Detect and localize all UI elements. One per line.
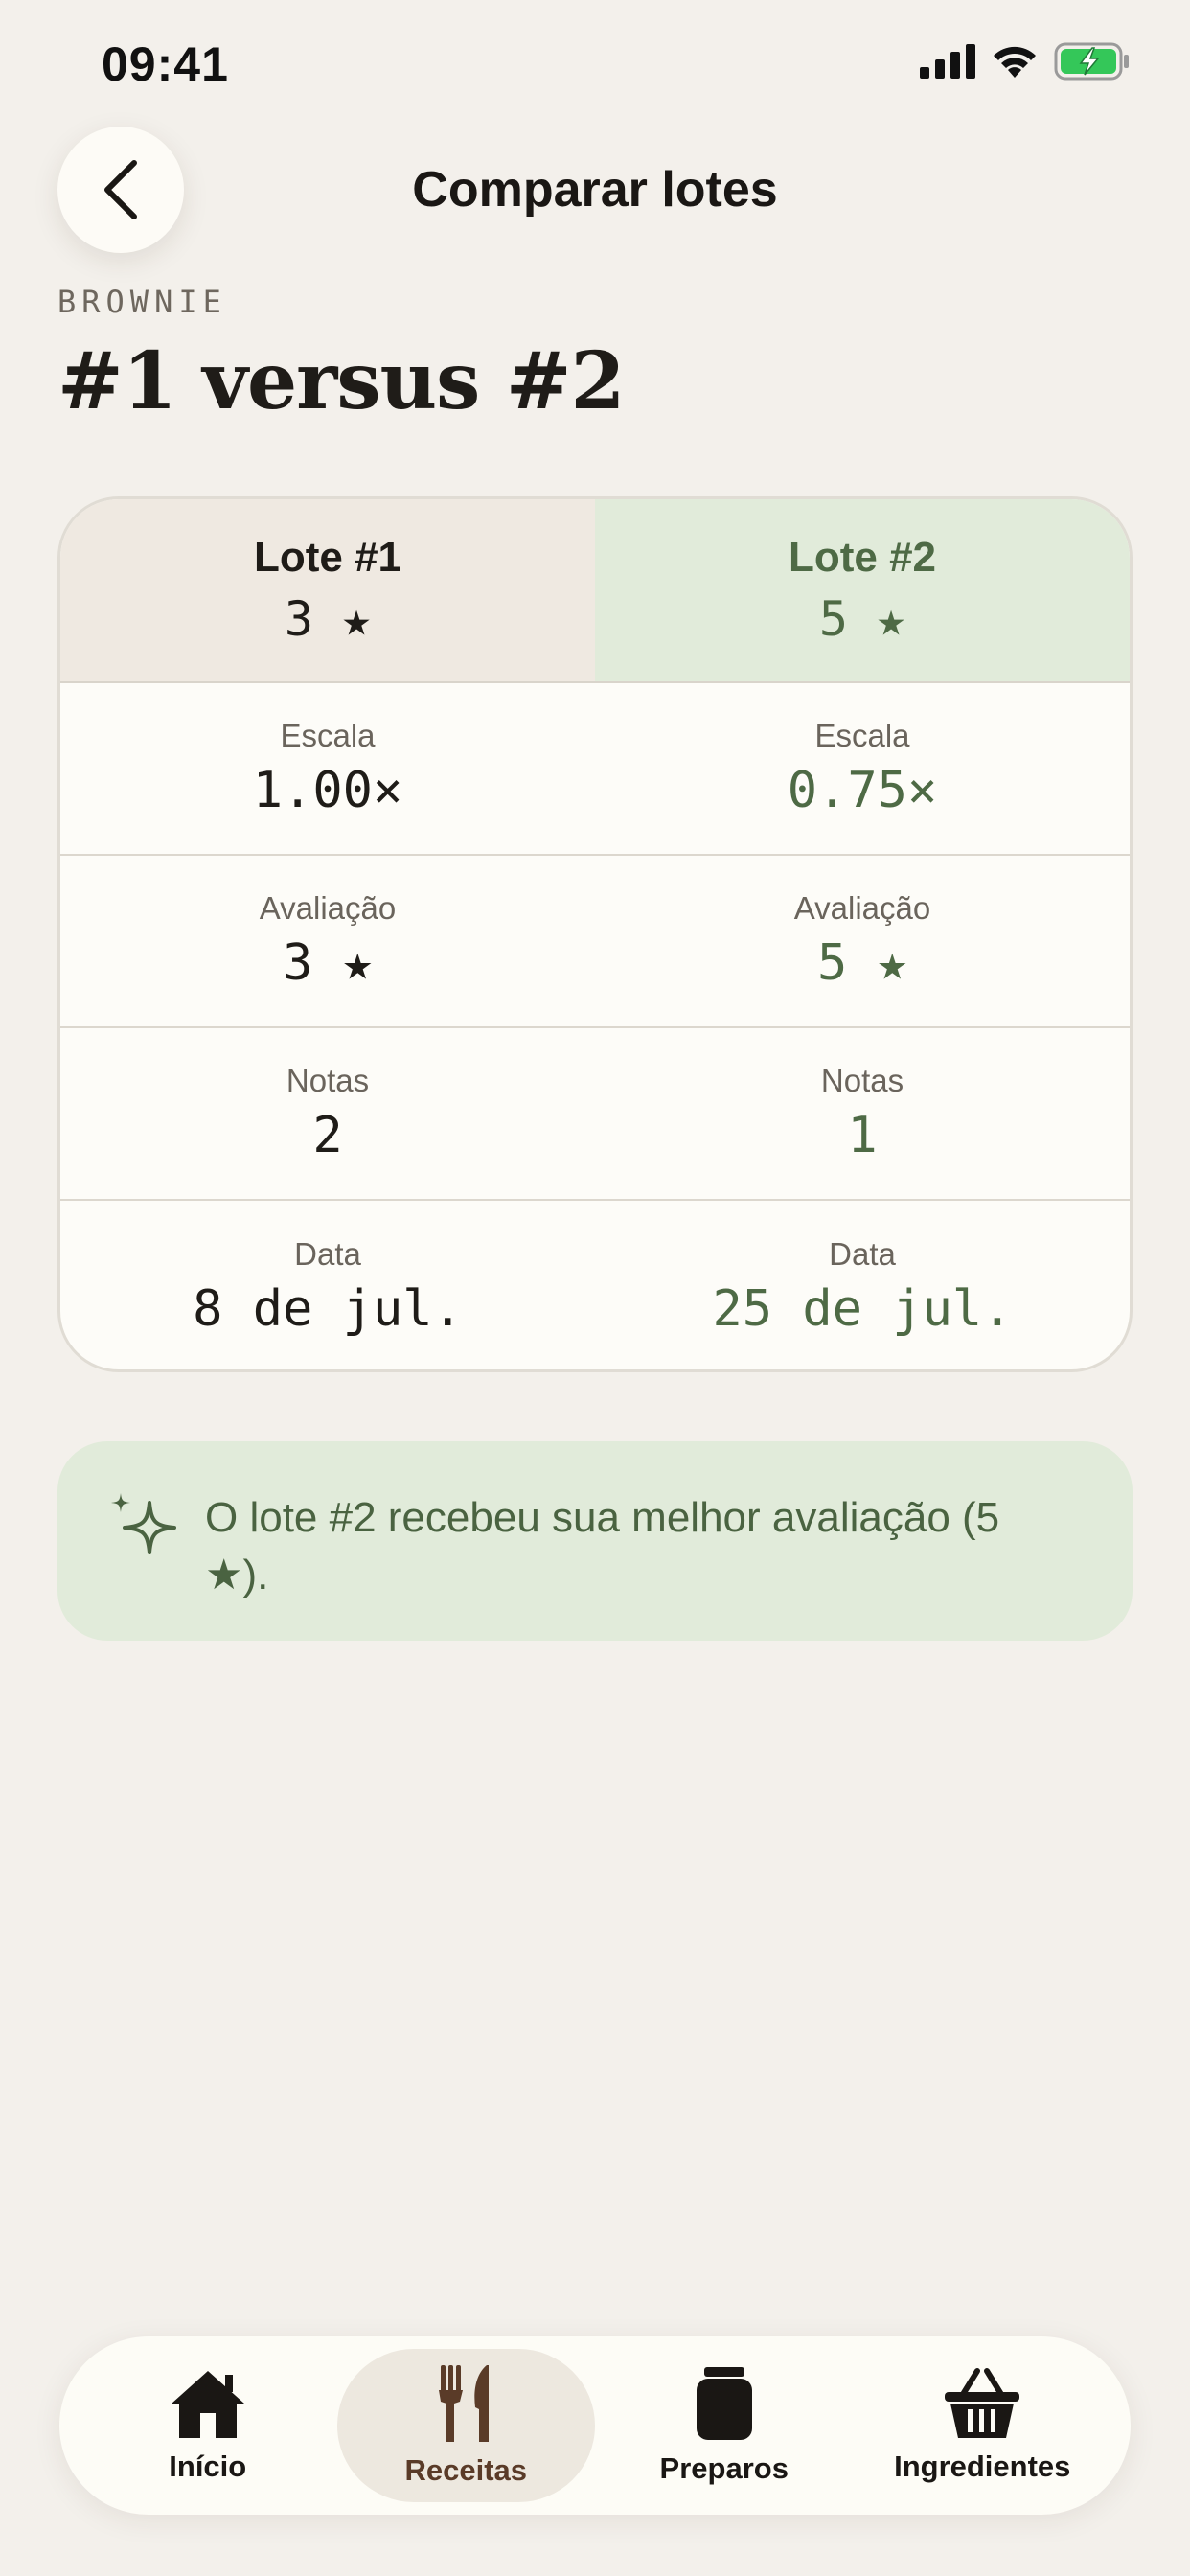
cell-value: 3 ★ bbox=[283, 934, 373, 992]
status-icons bbox=[920, 42, 1131, 80]
tab-label: Início bbox=[169, 2450, 247, 2483]
cell-label: Escala bbox=[814, 718, 910, 753]
nav-title: Comparar lotes bbox=[412, 162, 778, 218]
cellular-signal-icon bbox=[920, 44, 975, 79]
cell-right: Data 25 de jul. bbox=[595, 1201, 1130, 1369]
tab-label: Ingredientes bbox=[894, 2450, 1071, 2483]
basket-icon bbox=[945, 2368, 1020, 2438]
cell-right: Avaliação 5 ★ bbox=[595, 856, 1130, 1026]
batch-1-header: Lote #1 3 ★ bbox=[60, 499, 595, 681]
fork-knife-icon bbox=[439, 2365, 490, 2442]
batch-2-header: Lote #2 5 ★ bbox=[595, 499, 1130, 681]
tab-preparations[interactable]: Preparos bbox=[595, 2349, 854, 2502]
insight-text: O lote #2 recebeu sua melhor avaliação (… bbox=[205, 1494, 1000, 1598]
cell-right: Notas 1 bbox=[595, 1028, 1130, 1199]
batch-2-rating: 5 ★ bbox=[818, 591, 906, 647]
insight-banner: O lote #2 recebeu sua melhor avaliação (… bbox=[57, 1441, 1133, 1641]
battery-charging-icon bbox=[1054, 42, 1129, 80]
compare-card: Lote #1 3 ★ Lote #2 5 ★ Escala 1.00× Esc… bbox=[57, 496, 1133, 1372]
tab-home[interactable]: Início bbox=[79, 2349, 337, 2502]
batch-1-label: Lote #1 bbox=[253, 534, 402, 581]
cell-label: Escala bbox=[280, 718, 376, 753]
wifi-icon bbox=[994, 46, 1036, 78]
page-heading: #1 versus #2 bbox=[57, 335, 626, 427]
cell-value: 0.75× bbox=[787, 762, 938, 819]
batch-2-label: Lote #2 bbox=[788, 534, 937, 581]
cell-label: Data bbox=[829, 1236, 896, 1272]
jar-icon bbox=[696, 2367, 752, 2440]
cell-value: 5 ★ bbox=[817, 934, 907, 992]
cell-right: Escala 0.75× bbox=[595, 683, 1130, 854]
cell-value: 25 de jul. bbox=[712, 1280, 1013, 1338]
home-icon bbox=[171, 2371, 244, 2438]
cell-value: 8 de jul. bbox=[193, 1280, 463, 1338]
cell-label: Avaliação bbox=[259, 890, 397, 926]
cell-left: Data 8 de jul. bbox=[60, 1201, 595, 1369]
cell-value: 2 bbox=[312, 1107, 343, 1164]
compare-row-rating: Avaliação 3 ★ Avaliação 5 ★ bbox=[60, 856, 1130, 1028]
compare-row-notes: Notas 2 Notas 1 bbox=[60, 1028, 1130, 1201]
tab-label: Receitas bbox=[404, 2453, 528, 2487]
cell-left: Notas 2 bbox=[60, 1028, 595, 1199]
tab-label: Preparos bbox=[659, 2451, 789, 2485]
cell-label: Notas bbox=[820, 1063, 904, 1098]
tab-ingredients[interactable]: Ingredientes bbox=[854, 2349, 1112, 2502]
tab-bar: Início Receitas Preparos Ingredientes bbox=[59, 2336, 1131, 2515]
tab-recipes[interactable]: Receitas bbox=[336, 2349, 595, 2502]
cell-value: 1 bbox=[847, 1107, 878, 1164]
compare-header: Lote #1 3 ★ Lote #2 5 ★ bbox=[60, 499, 1130, 683]
cell-label: Data bbox=[294, 1236, 361, 1272]
recipe-eyebrow: BROWNIE bbox=[57, 284, 227, 320]
cell-label: Notas bbox=[286, 1063, 370, 1098]
cell-value: 1.00× bbox=[252, 762, 403, 819]
cell-label: Avaliação bbox=[793, 890, 931, 926]
status-time: 09:41 bbox=[102, 37, 229, 91]
compare-row-scale: Escala 1.00× Escala 0.75× bbox=[60, 683, 1130, 856]
batch-1-rating: 3 ★ bbox=[284, 591, 372, 647]
status-bar: 09:41 bbox=[0, 0, 1190, 125]
compare-row-date: Data 8 de jul. Data 25 de jul. bbox=[60, 1201, 1130, 1369]
cell-left: Avaliação 3 ★ bbox=[60, 856, 595, 1026]
cell-left: Escala 1.00× bbox=[60, 683, 595, 854]
sparkle-icon bbox=[111, 1493, 176, 1554]
